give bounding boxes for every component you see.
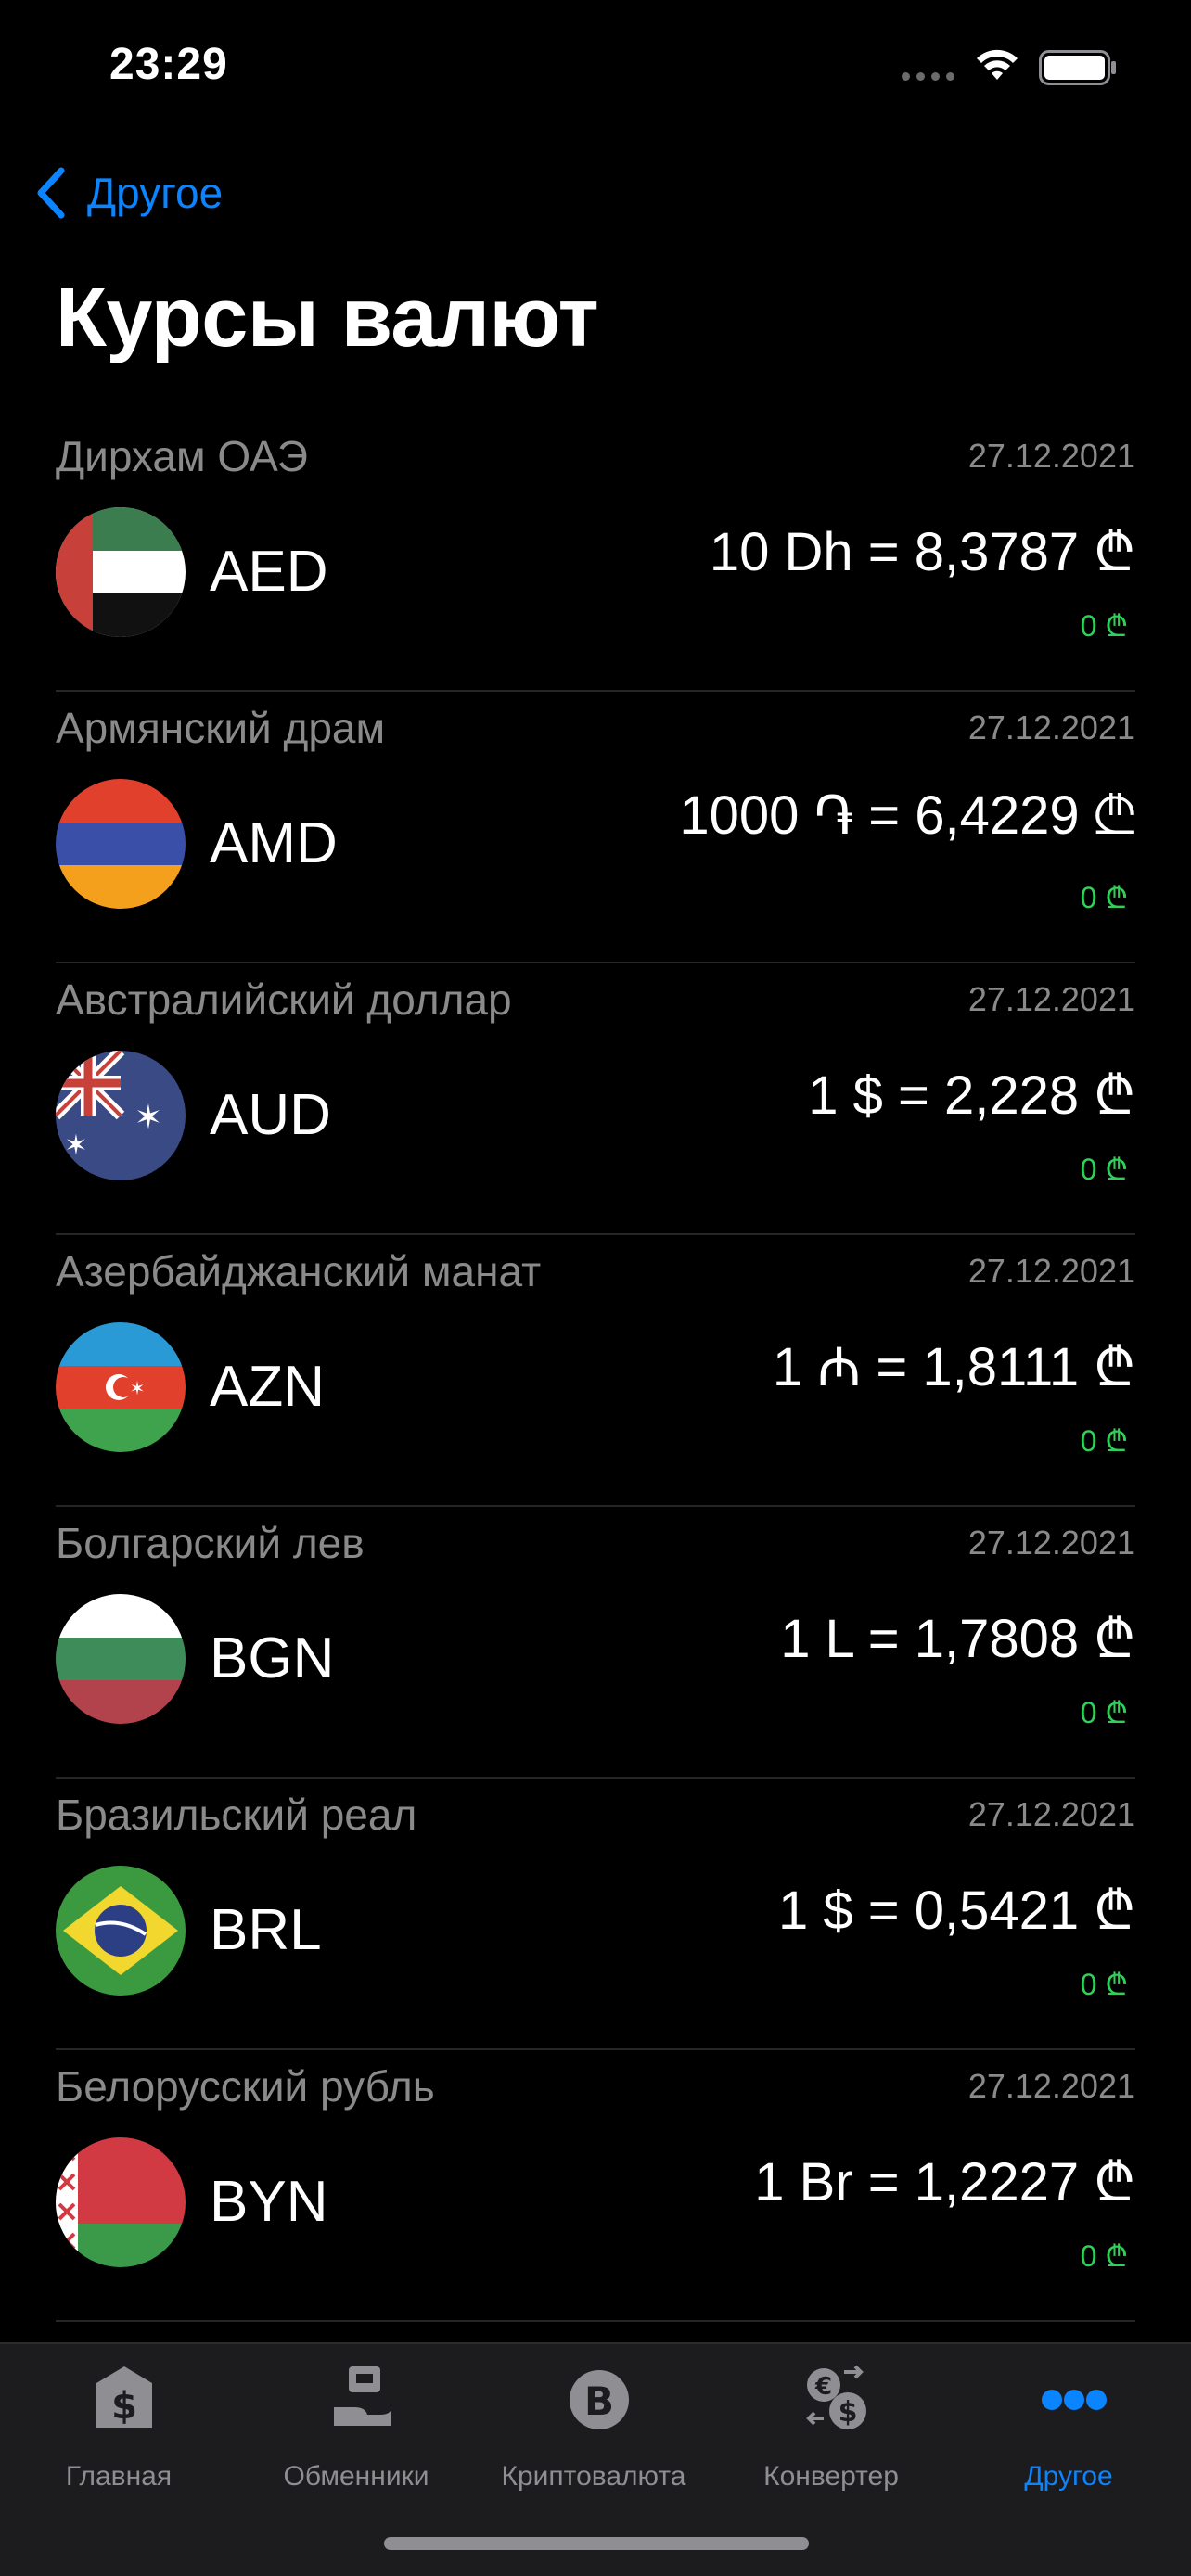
currency-code: AZN [210, 1355, 325, 1419]
page-title: Курсы валют [56, 272, 599, 364]
rate-change: 0 ₾ [1080, 2239, 1128, 2273]
status-time: 23:29 [109, 40, 228, 89]
tab-label: Обменники [283, 2461, 429, 2492]
rate-value: 1000 ֏ = 6,4229 ₾ [679, 785, 1135, 846]
svg-text:$: $ [839, 2396, 858, 2429]
back-button-label: Другое [87, 169, 224, 217]
rate-value: 10 Dh = 8,3787 ₾ [709, 522, 1135, 582]
currency-name: Бразильский реал [56, 1791, 417, 1839]
wifi-icon [977, 49, 1018, 80]
azerbaijan-flag-icon: ✶ [56, 1322, 186, 1452]
tab-label: Главная [65, 2461, 173, 2492]
rate-change: 0 ₾ [1080, 881, 1128, 914]
currency-code: BRL [210, 1898, 322, 1962]
currency-code: BYN [210, 2170, 328, 2234]
currency-name: Австралийский доллар [56, 976, 512, 1024]
armenia-flag-icon [56, 779, 186, 909]
rate-row-brl[interactable]: Бразильский реал 27.12.2021 BRL 1 $ = 0,… [0, 1779, 1191, 2050]
rate-change: 0 ₾ [1080, 1696, 1128, 1729]
rate-value: 1 L = 1,7808 ₾ [780, 1609, 1135, 1669]
bitcoin-icon: B [570, 2370, 629, 2429]
rate-change: 0 ₾ [1080, 609, 1128, 643]
rate-list: Дирхам ОАЭ 27.12.2021 AED 10 Dh = 8,3787… [0, 420, 1191, 2322]
home-indicator [384, 2537, 809, 2550]
rate-value: 1 Br = 1,2227 ₾ [754, 2152, 1135, 2213]
exchange-office-icon [334, 2366, 391, 2426]
back-button[interactable]: Другое [33, 158, 223, 228]
rate-date: 27.12.2021 [967, 437, 1135, 475]
currency-name: Дирхам ОАЭ [56, 432, 308, 480]
currency-convert-icon: € $ [806, 2365, 866, 2429]
brazil-flag-icon [56, 1866, 186, 1996]
rate-date: 27.12.2021 [967, 1524, 1135, 1562]
cellular-signal-icon [902, 72, 954, 81]
rate-value: 1 ₼ = 1,8111 ₾ [772, 1337, 1135, 1397]
rate-change: 0 ₾ [1080, 1424, 1128, 1458]
currency-code: BGN [210, 1626, 335, 1690]
currency-name: Азербайджанский манат [56, 1247, 542, 1295]
rate-change: 0 ₾ [1080, 1153, 1128, 1186]
svg-text:B: B [584, 2378, 614, 2424]
currency-name: Армянский драм [56, 704, 386, 752]
rate-row-aed[interactable]: Дирхам ОАЭ 27.12.2021 AED 10 Dh = 8,3787… [0, 420, 1191, 692]
tab-label: Криптовалюта [501, 2461, 686, 2492]
screen: 23:29 Другое Курсы валют Дирхам ОАЭ 27.1… [0, 0, 1191, 2576]
currency-code: AED [210, 540, 328, 604]
bulgaria-flag-icon [56, 1594, 186, 1724]
rate-date: 27.12.2021 [967, 2067, 1135, 2105]
more-dots-icon [1042, 2390, 1107, 2410]
rate-date: 27.12.2021 [967, 1795, 1135, 1833]
rate-change: 0 ₾ [1080, 1968, 1128, 2001]
svg-text:€: € [814, 2373, 832, 2401]
svg-text:✶: ✶ [64, 1129, 87, 1162]
battery-icon [1039, 50, 1116, 85]
rate-date: 27.12.2021 [967, 980, 1135, 1018]
rate-date: 27.12.2021 [967, 708, 1135, 746]
svg-text:✶: ✶ [130, 1377, 146, 1399]
rate-row-byn[interactable]: Белорусский рубль 27.12.2021 BYN 1 Br = … [0, 2050, 1191, 2322]
svg-text:$: $ [111, 2385, 137, 2428]
rate-row-bgn[interactable]: Болгарский лев 27.12.2021 BGN 1 L = 1,78… [0, 1507, 1191, 1779]
svg-text:✶: ✶ [134, 1099, 162, 1137]
tab-more[interactable]: Другое [950, 2344, 1187, 2493]
tab-home[interactable]: $ Главная [0, 2344, 237, 2493]
tab-label: Другое [1024, 2461, 1113, 2492]
rate-row-azn[interactable]: Азербайджанский манат 27.12.2021 ✶ AZN 1… [0, 1235, 1191, 1507]
rate-row-aud[interactable]: Австралийский доллар 27.12.2021 ✶ ✶ AUD … [0, 963, 1191, 1235]
uae-flag-icon [56, 507, 186, 637]
rate-date: 27.12.2021 [967, 1252, 1135, 1290]
currency-code: AUD [210, 1083, 331, 1147]
rate-value: 1 $ = 2,228 ₾ [808, 1065, 1135, 1126]
bank-dollar-icon: $ [96, 2366, 152, 2428]
chevron-left-icon [37, 167, 65, 219]
rate-row-amd[interactable]: Армянский драм 27.12.2021 AMD 1000 ֏ = 6… [0, 692, 1191, 963]
rate-value: 1 $ = 0,5421 ₾ [778, 1881, 1135, 1941]
tab-converter[interactable]: € $ Конвертер [712, 2344, 950, 2493]
status-bar: 23:29 [0, 0, 1191, 130]
tab-crypto[interactable]: B Криптовалюта [475, 2344, 712, 2493]
currency-code: AMD [210, 811, 338, 875]
belarus-flag-icon [56, 2137, 186, 2267]
australia-flag-icon: ✶ ✶ [56, 1051, 186, 1180]
tab-label: Конвертер [763, 2461, 899, 2492]
tab-exchange-offices[interactable]: Обменники [237, 2344, 475, 2493]
currency-name: Болгарский лев [56, 1519, 365, 1567]
currency-name: Белорусский рубль [56, 2062, 435, 2111]
